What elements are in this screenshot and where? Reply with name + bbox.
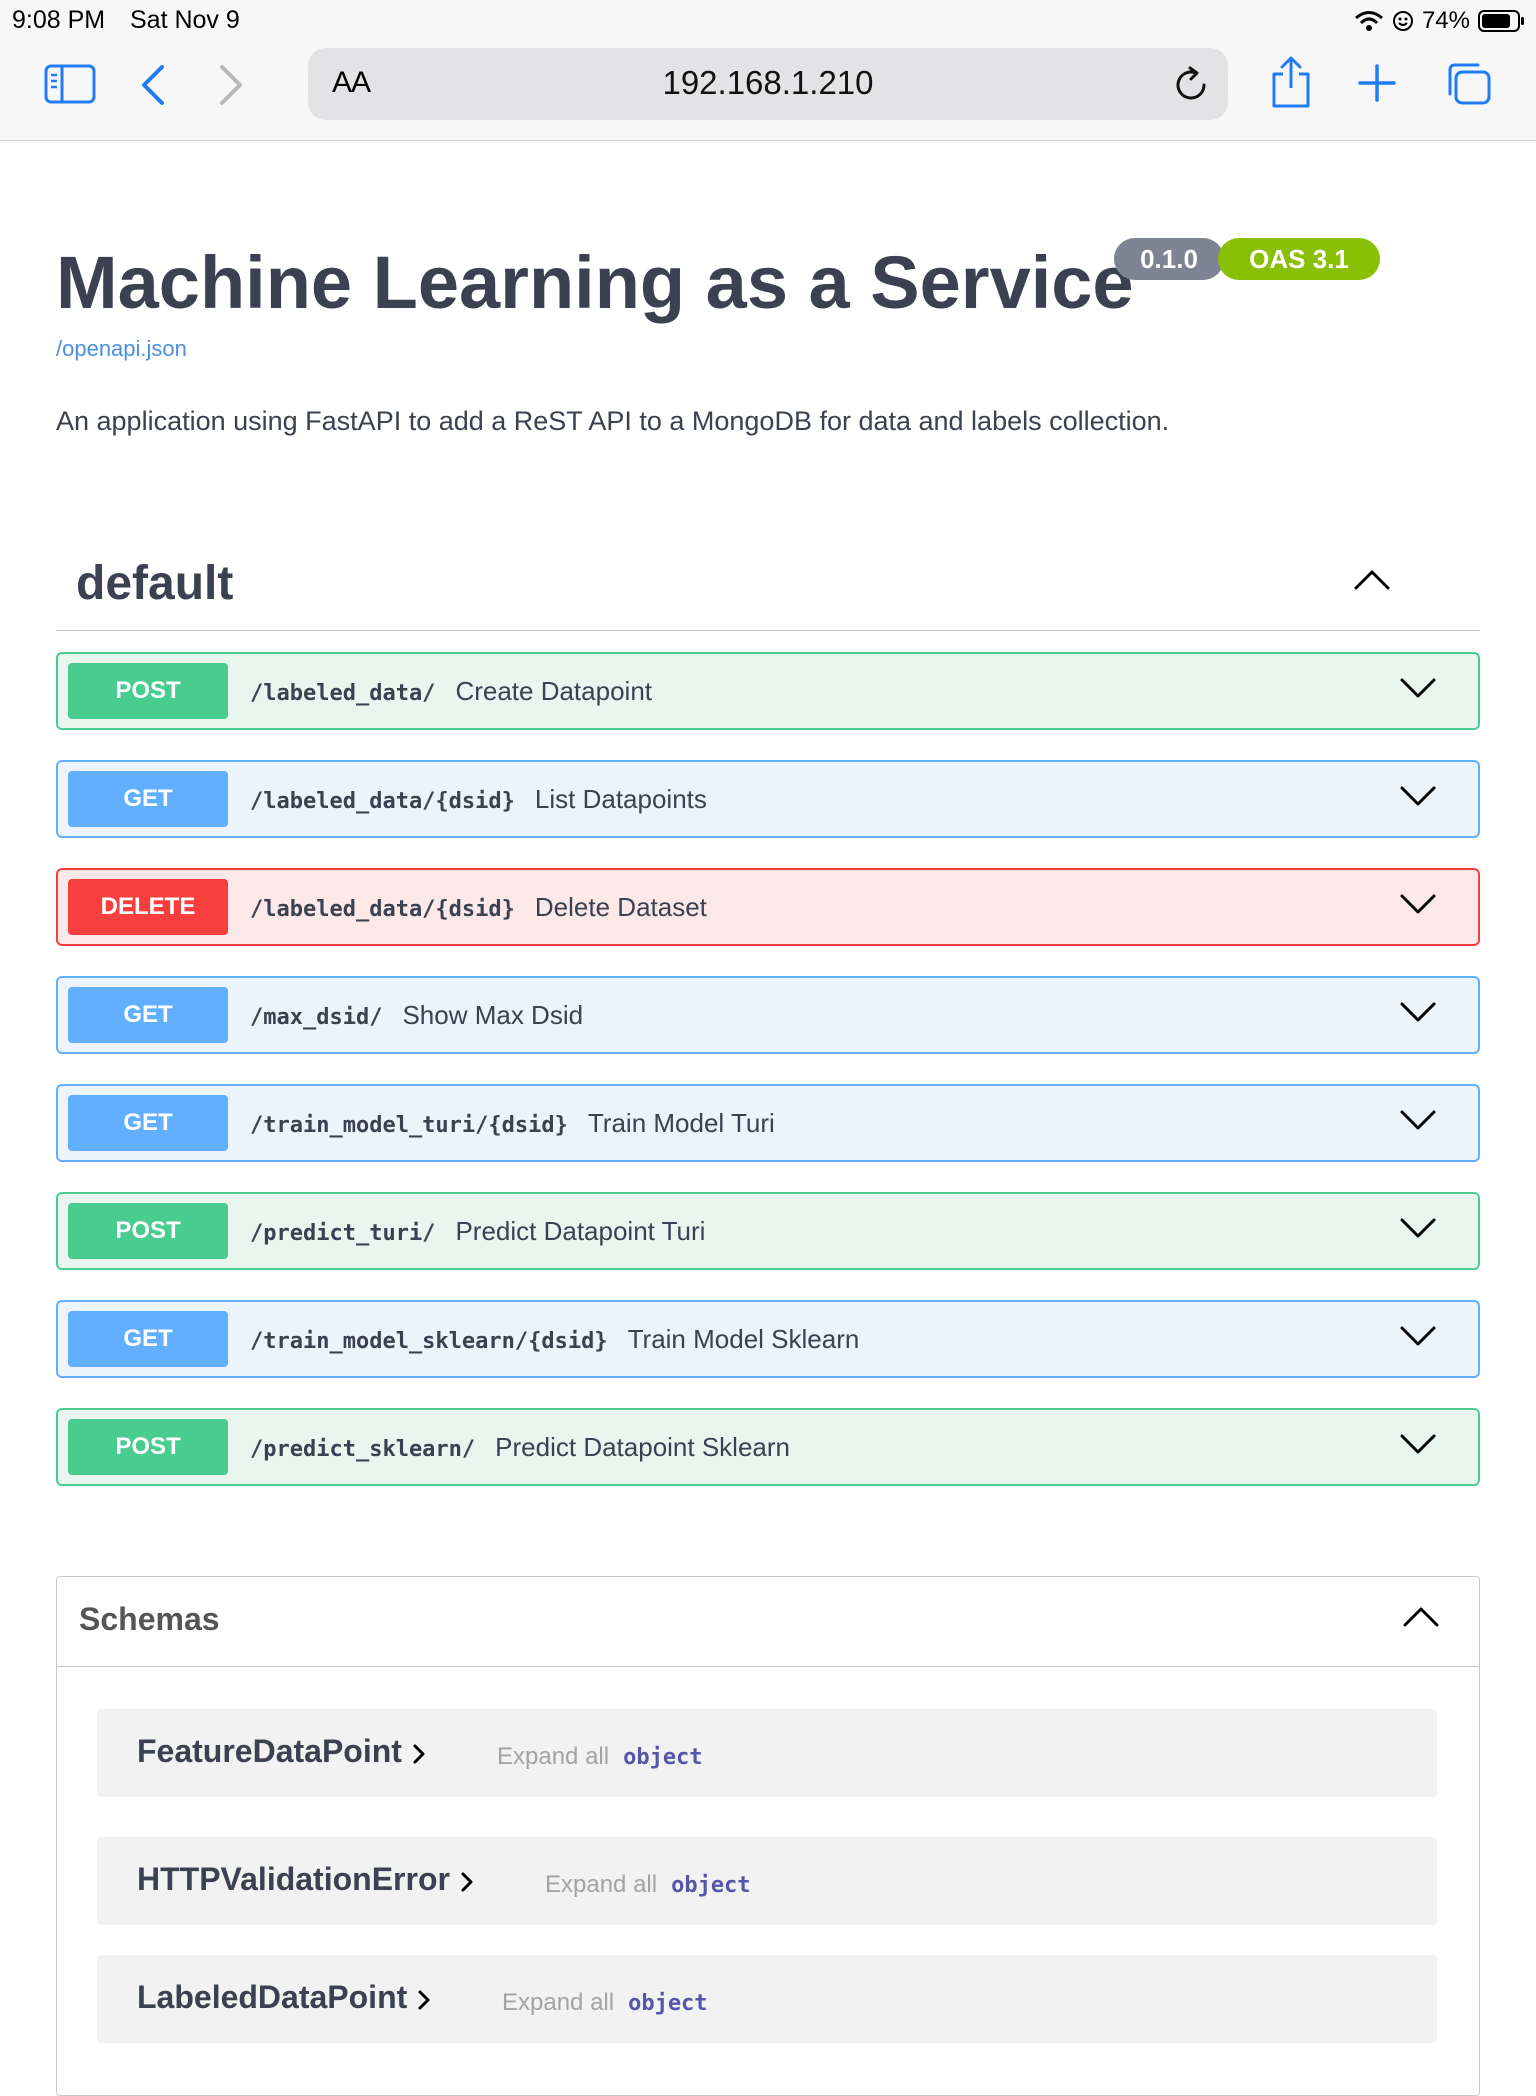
model-name[interactable]: LabeledDataPoint (137, 1979, 431, 2016)
openapi-json-link[interactable]: /openapi.json (56, 336, 187, 362)
operation-path: /train_model_sklearn/{dsid} Train Model S… (250, 1324, 860, 1354)
tabs-icon[interactable] (1444, 62, 1492, 106)
focus-mode-icon (1392, 11, 1413, 31)
expand-all-button[interactable]: Expand all (497, 1743, 609, 1770)
model-type: object (623, 1745, 703, 1770)
model-meta: Expand all object (497, 1743, 703, 1771)
sidebar-icon[interactable] (44, 64, 96, 104)
oas-badge: OAS 3.1 (1218, 238, 1380, 280)
method-badge: POST (68, 1419, 228, 1475)
schema-model[interactable]: LabeledDataPoint Expand all object (97, 1955, 1437, 2043)
operation-get-train-model-turi[interactable]: GET /train_model_turi/{dsid} Train Model … (56, 1084, 1480, 1162)
chevron-right-icon (418, 1990, 430, 2010)
chevron-down-icon[interactable] (1400, 1002, 1436, 1024)
battery-percent: 74% (1421, 7, 1470, 34)
model-type: object (671, 1873, 751, 1898)
method-badge: GET (68, 771, 228, 827)
operation-get-train-model-sklearn[interactable]: GET /train_model_sklearn/{dsid} Train Mod… (56, 1300, 1480, 1378)
chevron-down-icon[interactable] (1400, 678, 1436, 700)
model-meta: Expand all object (502, 1989, 708, 2017)
operation-path: /max_dsid/Show Max Dsid (250, 1000, 584, 1030)
model-name[interactable]: HTTPValidationError (137, 1861, 474, 1898)
model-meta: Expand all object (545, 1871, 751, 1899)
browser-chrome: 9:08 PM Sat Nov 9 74% AA 192.168.1.210 (0, 0, 1536, 141)
method-badge: GET (68, 1095, 228, 1151)
operation-post-labeled-data[interactable]: POST /labeled_data/Create Datapoint (56, 652, 1480, 730)
chevron-down-icon[interactable] (1400, 1110, 1436, 1132)
schemas-header[interactable]: Schemas (57, 1577, 1479, 1667)
tag-section-header[interactable]: default (56, 538, 1480, 631)
status-indicators: 74% (1354, 6, 1526, 36)
chevron-up-icon[interactable] (1354, 568, 1390, 590)
operation-get-labeled-data-dsid[interactable]: GET /labeled_data/{dsid} List Datapoints (56, 760, 1480, 838)
operation-path: /predict_turi/Predict Datapoint Turi (250, 1216, 706, 1246)
operation-summary: Delete Dataset (534, 892, 707, 922)
operation-path: /train_model_turi/{dsid} Train Model Turi (250, 1108, 775, 1138)
chevron-down-icon[interactable] (1400, 1218, 1436, 1240)
method-badge: GET (68, 987, 228, 1043)
operation-summary: List Datapoints (534, 784, 707, 814)
schemas-section: Schemas FeatureDataPoint Expand all objec… (56, 1576, 1480, 2096)
chevron-down-icon[interactable] (1400, 1434, 1436, 1456)
method-badge: POST (68, 663, 228, 719)
operation-summary: Create Datapoint (455, 676, 652, 706)
chevron-down-icon[interactable] (1400, 1326, 1436, 1348)
page-title: Machine Learning as a Service (56, 241, 1134, 324)
operation-summary: Train Model Turi (587, 1108, 775, 1138)
new-tab-icon[interactable] (1358, 64, 1396, 102)
operation-path: /labeled_data/{dsid} List Datapoints (250, 784, 707, 814)
status-date: Sat Nov 9 (130, 6, 240, 34)
chevron-right-icon (461, 1872, 473, 1892)
model-type: object (628, 1991, 708, 2016)
operation-post-predict-sklearn[interactable]: POST /predict_sklearn/Predict Datapoint … (56, 1408, 1480, 1486)
operation-path: /labeled_data/Create Datapoint (250, 676, 652, 706)
schema-model[interactable]: HTTPValidationError Expand all object (97, 1837, 1437, 1925)
operation-post-predict-turi[interactable]: POST /predict_turi/Predict Datapoint Tur… (56, 1192, 1480, 1270)
battery-icon (1478, 10, 1524, 32)
schema-model[interactable]: FeatureDataPoint Expand all object (97, 1709, 1437, 1797)
address-bar[interactable]: AA 192.168.1.210 (308, 48, 1228, 120)
operation-summary: Predict Datapoint Turi (455, 1216, 706, 1246)
operation-path: /labeled_data/{dsid} Delete Dataset (250, 892, 707, 922)
operation-path: /predict_sklearn/Predict Datapoint Sklea… (250, 1432, 790, 1462)
operation-summary: Train Model Sklearn (627, 1324, 860, 1354)
expand-all-button[interactable]: Expand all (502, 1989, 614, 2016)
chevron-down-icon[interactable] (1400, 894, 1436, 916)
expand-all-button[interactable]: Expand all (545, 1871, 657, 1898)
chevron-up-icon[interactable] (1403, 1605, 1439, 1627)
method-badge: GET (68, 1311, 228, 1367)
reload-icon[interactable] (1174, 65, 1210, 103)
back-icon[interactable] (140, 64, 166, 106)
api-description: An application using FastAPI to add a Re… (56, 406, 1170, 436)
operation-delete-labeled-data-dsid[interactable]: DELETE /labeled_data/{dsid} Delete Datase… (56, 868, 1480, 946)
operation-summary: Show Max Dsid (402, 1000, 584, 1030)
wifi-icon (1354, 11, 1383, 31)
operation-summary: Predict Datapoint Sklearn (495, 1432, 790, 1462)
operation-get-max-dsid[interactable]: GET /max_dsid/Show Max Dsid (56, 976, 1480, 1054)
forward-icon[interactable] (218, 64, 244, 106)
share-icon[interactable] (1270, 56, 1312, 108)
status-time: 9:08 PM (12, 6, 106, 34)
chevron-right-icon (413, 1744, 425, 1764)
url-text[interactable]: 192.168.1.210 (308, 64, 1228, 102)
schemas-title: Schemas (79, 1601, 220, 1637)
method-badge: DELETE (68, 879, 228, 935)
method-badge: POST (68, 1203, 228, 1259)
model-name[interactable]: FeatureDataPoint (137, 1733, 426, 1770)
version-badge: 0.1.0 (1114, 238, 1224, 280)
chevron-down-icon[interactable] (1400, 786, 1436, 808)
tag-name: default (76, 557, 234, 610)
